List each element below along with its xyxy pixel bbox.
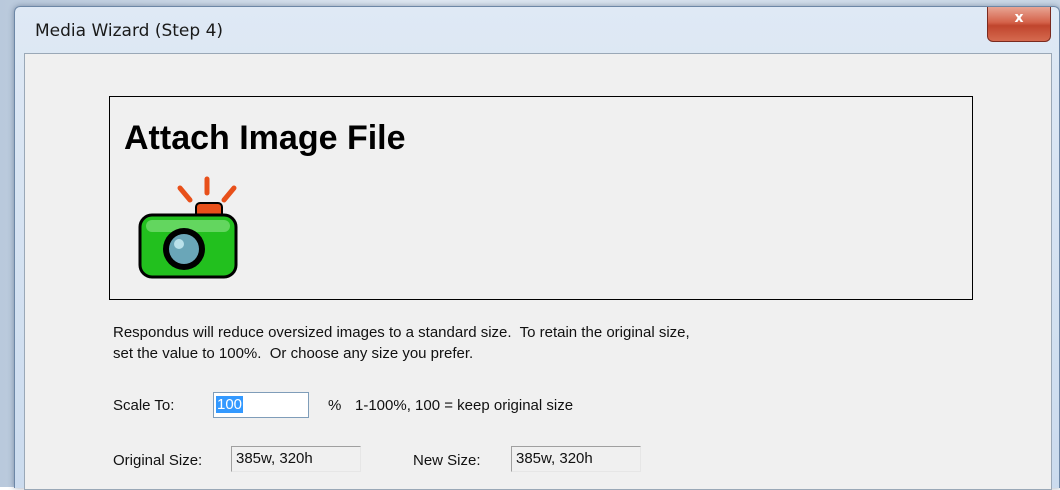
header-panel: Attach Image File [109, 96, 973, 300]
scale-unit: % [328, 397, 342, 414]
description-text: Respondus will reduce oversized images t… [113, 322, 1013, 364]
window-title: Media Wizard (Step 4) [35, 21, 224, 41]
scale-input[interactable]: 100 [213, 392, 309, 418]
new-size-label: New Size: [413, 452, 481, 469]
description-line-1: Respondus will reduce oversized images t… [113, 324, 690, 341]
original-size-field: 385w, 320h [231, 446, 361, 472]
scale-input-value: 100 [216, 396, 244, 413]
close-icon: x [1014, 10, 1024, 26]
camera-icon [138, 176, 238, 279]
original-size-label: Original Size: [113, 452, 203, 469]
scale-label: Scale To: [113, 397, 175, 414]
new-size-field: 385w, 320h [511, 446, 641, 472]
close-button[interactable]: x [987, 7, 1051, 42]
description-line-2: set the value to 100%. Or choose any siz… [113, 345, 474, 362]
dialog-body: Attach Image File Respondus will reduce … [24, 53, 1052, 490]
header-title: Attach Image File [124, 119, 406, 157]
scale-hint: 1-100%, 100 = keep original size [355, 397, 574, 414]
media-wizard-window: Media Wizard (Step 4) x Attach Image Fil… [14, 6, 1060, 490]
